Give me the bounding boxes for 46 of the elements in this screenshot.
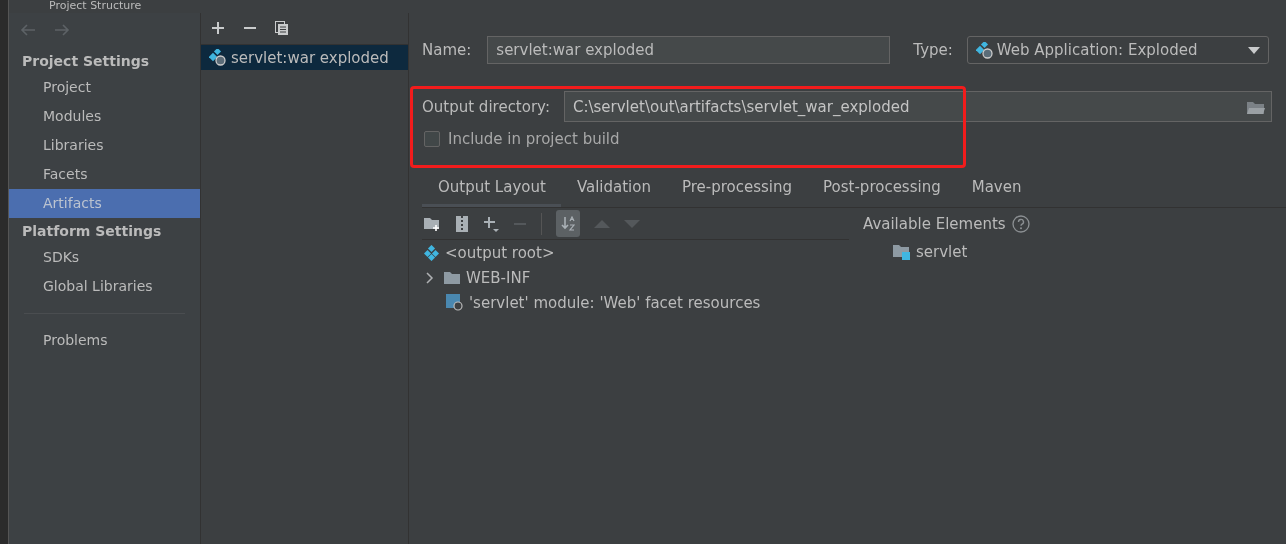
diamonds-icon [424, 244, 439, 261]
sidebar-item[interactable]: Libraries [9, 131, 200, 160]
output-directory-label: Output directory: [422, 97, 550, 116]
tree-item[interactable]: 'servlet' module: 'Web' facet resources [422, 290, 849, 315]
web-app-icon [975, 41, 993, 59]
name-field[interactable]: servlet:war exploded [487, 36, 891, 64]
output-directory-field[interactable]: C:\servlet\out\artifacts\servlet_war_exploded [563, 91, 1272, 122]
available-elements-label: Available Elements [863, 214, 1006, 233]
help-icon[interactable] [1011, 214, 1030, 233]
tab[interactable]: Maven [955, 170, 1037, 207]
tab[interactable]: Post-processing [807, 170, 956, 207]
window-title: Project Structure [49, 0, 142, 12]
checkbox[interactable] [424, 131, 440, 147]
new-folder-icon[interactable] [424, 215, 441, 232]
chevron-right-icon[interactable] [424, 271, 436, 284]
checkbox-label: Include in project build [448, 130, 620, 148]
module-icon [446, 294, 463, 311]
available-item[interactable]: servlet [863, 239, 1030, 264]
folder-icon [444, 270, 460, 285]
sidebar-item[interactable]: Facets [9, 160, 200, 189]
caret-icon [1247, 46, 1260, 54]
name-label: Name: [422, 41, 472, 59]
artifact-item[interactable]: servlet:war exploded [201, 45, 408, 70]
sidebar-item[interactable]: Modules [9, 102, 200, 131]
sidebar-item[interactable]: Global Libraries [9, 272, 200, 301]
tab[interactable]: Pre-processing [665, 170, 808, 207]
copy-icon[interactable] [275, 21, 289, 36]
web-app-icon [209, 49, 226, 66]
folder-icon[interactable] [1247, 99, 1265, 114]
section-heading: Project Settings [21, 52, 151, 71]
module-folder-icon [893, 243, 910, 260]
sidebar-item[interactable]: Artifacts [9, 189, 200, 218]
tab[interactable]: Output Layout [422, 170, 561, 207]
tree-item[interactable]: <output root> [422, 240, 849, 265]
type-dropdown[interactable]: Web Application: Exploded [966, 36, 1269, 64]
add-icon[interactable] [483, 215, 499, 232]
add-icon[interactable] [211, 21, 225, 36]
type-label: Type: [913, 41, 953, 59]
tab[interactable]: Validation [560, 170, 666, 207]
archive-icon[interactable] [455, 215, 469, 232]
sidebar-item[interactable]: Problems [9, 326, 200, 355]
section-heading: Platform Settings [21, 222, 163, 241]
sidebar-item[interactable]: Project [9, 73, 200, 102]
tree-item[interactable]: WEB-INF [422, 265, 849, 290]
sort-icon[interactable] [556, 210, 580, 237]
sidebar-item[interactable]: SDKs [9, 243, 200, 272]
